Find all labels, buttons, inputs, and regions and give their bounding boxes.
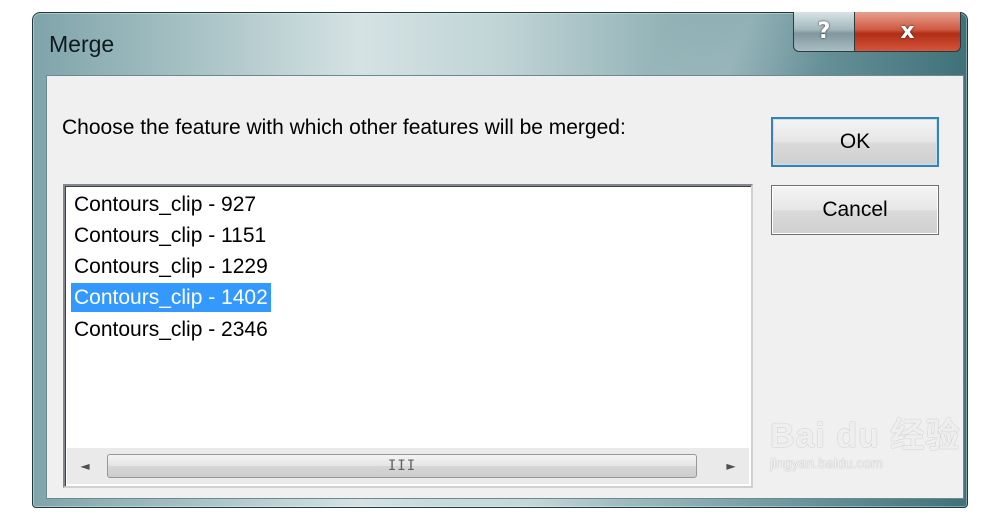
help-icon: ? (817, 19, 831, 44)
help-button[interactable]: ? (793, 12, 855, 52)
dialog-client-area: Choose the feature with which other feat… (46, 75, 964, 499)
scrollbar-thumb[interactable]: III (107, 454, 697, 478)
list-item[interactable]: Contours_clip - 1151 (71, 221, 269, 250)
close-button[interactable]: x (855, 12, 961, 52)
scroll-right-arrow-icon[interactable]: ► (713, 448, 749, 484)
feature-listbox[interactable]: Contours_clip - 927 Contours_clip - 1151… (63, 184, 753, 488)
caption-buttons: ? x (793, 12, 961, 52)
list-item[interactable]: Contours_clip - 2346 (71, 315, 271, 344)
grip-icon: III (387, 458, 417, 474)
list-item[interactable]: Contours_clip - 927 (71, 190, 259, 219)
prompt-label: Choose the feature with which other feat… (62, 116, 626, 139)
horizontal-scrollbar[interactable]: ◄ III ► (67, 448, 749, 484)
list-item[interactable]: Contours_clip - 1229 (71, 252, 271, 281)
list-item-selected[interactable]: Contours_clip - 1402 (71, 283, 271, 312)
scroll-left-arrow-icon[interactable]: ◄ (67, 448, 103, 484)
ok-button[interactable]: OK (771, 117, 939, 167)
close-icon: x (900, 19, 915, 44)
merge-dialog-window: Merge ? x Choose the feature with which … (32, 12, 968, 508)
window-title: Merge (49, 31, 115, 57)
cancel-button[interactable]: Cancel (771, 185, 939, 235)
